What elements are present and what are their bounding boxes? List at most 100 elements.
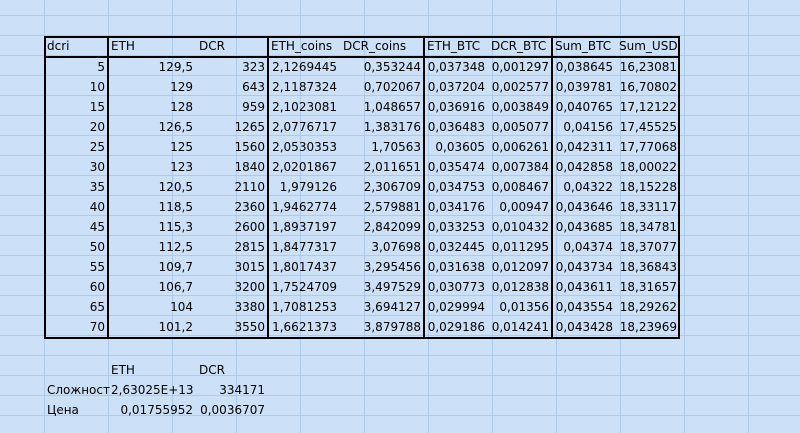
table-cell[interactable]: 3,07698 [340, 237, 424, 257]
summary-value[interactable]: 0,0036707 [196, 400, 268, 420]
table-cell[interactable]: 1,70563 [340, 137, 424, 157]
table-cell[interactable]: 104 [108, 297, 196, 317]
table-cell[interactable]: 1,8017437 [268, 257, 340, 277]
table-cell[interactable]: 0,032445 [424, 237, 488, 257]
table-cell[interactable]: 55 [44, 257, 108, 277]
table-cell[interactable]: 0,01356 [488, 297, 552, 317]
table-cell[interactable]: 129,5 [108, 57, 196, 77]
table-cell[interactable]: 0,031638 [424, 257, 488, 277]
table-cell[interactable]: 0,029186 [424, 317, 488, 337]
table-cell[interactable]: 0,002577 [488, 77, 552, 97]
table-cell[interactable]: 1560 [196, 137, 268, 157]
table-cell[interactable]: 18,00022 [616, 157, 680, 177]
table-cell[interactable]: 101,2 [108, 317, 196, 337]
table-cell[interactable]: 0,036916 [424, 97, 488, 117]
table-cell[interactable]: 1,7081253 [268, 297, 340, 317]
table-cell[interactable]: 18,37077 [616, 237, 680, 257]
column-header[interactable]: ETH_BTC [424, 36, 488, 56]
table-cell[interactable]: 1,979126 [268, 177, 340, 197]
table-cell[interactable]: 2,579881 [340, 197, 424, 217]
table-cell[interactable]: 25 [44, 137, 108, 157]
table-cell[interactable]: 0,04156 [552, 117, 616, 137]
table-cell[interactable]: 0,042858 [552, 157, 616, 177]
table-cell[interactable]: 2,1023081 [268, 97, 340, 117]
table-cell[interactable]: 1840 [196, 157, 268, 177]
table-cell[interactable]: 18,36843 [616, 257, 680, 277]
table-cell[interactable]: 3380 [196, 297, 268, 317]
table-cell[interactable]: 0,011295 [488, 237, 552, 257]
table-cell[interactable]: 18,31657 [616, 277, 680, 297]
table-cell[interactable]: 16,23081 [616, 57, 680, 77]
column-header[interactable]: dcri [44, 36, 108, 56]
table-cell[interactable]: 0,702067 [340, 77, 424, 97]
table-cell[interactable]: 0,03605 [424, 137, 488, 157]
table-cell[interactable]: 0,042311 [552, 137, 616, 157]
table-cell[interactable]: 1265 [196, 117, 268, 137]
table-cell[interactable]: 3015 [196, 257, 268, 277]
table-cell[interactable]: 65 [44, 297, 108, 317]
table-cell[interactable]: 0,037348 [424, 57, 488, 77]
table-cell[interactable]: 2110 [196, 177, 268, 197]
table-cell[interactable]: 1,8937197 [268, 217, 340, 237]
table-cell[interactable]: 0,033253 [424, 217, 488, 237]
table-cell[interactable]: 106,7 [108, 277, 196, 297]
table-cell[interactable]: 16,70802 [616, 77, 680, 97]
table-cell[interactable]: 1,048657 [340, 97, 424, 117]
table-cell[interactable]: 18,33117 [616, 197, 680, 217]
table-cell[interactable]: 60 [44, 277, 108, 297]
table-cell[interactable]: 15 [44, 97, 108, 117]
table-cell[interactable]: 5 [44, 57, 108, 77]
table-cell[interactable]: 0,353244 [340, 57, 424, 77]
table-cell[interactable]: 0,040765 [552, 97, 616, 117]
table-cell[interactable]: 0,034176 [424, 197, 488, 217]
table-cell[interactable]: 2,0530353 [268, 137, 340, 157]
table-cell[interactable]: 2,0201867 [268, 157, 340, 177]
column-header[interactable]: Sum_USD [616, 36, 680, 56]
table-cell[interactable]: 1,8477317 [268, 237, 340, 257]
table-cell[interactable]: 0,029994 [424, 297, 488, 317]
table-cell[interactable]: 2600 [196, 217, 268, 237]
column-header[interactable]: Sum_BTC [552, 36, 616, 56]
table-cell[interactable]: 125 [108, 137, 196, 157]
table-cell[interactable]: 50 [44, 237, 108, 257]
spreadsheet-grid[interactable]: dcri ETH DCR ETH_coins DCR_coins ETH_BTC DCR_B… [0, 0, 800, 433]
table-cell[interactable]: 18,15228 [616, 177, 680, 197]
table-cell[interactable]: 0,037204 [424, 77, 488, 97]
table-cell[interactable]: 0,008467 [488, 177, 552, 197]
table-cell[interactable]: 0,005077 [488, 117, 552, 137]
summary-label[interactable]: Цена [44, 400, 112, 420]
summary-value[interactable]: 2,63025E+13 [108, 380, 196, 400]
table-cell[interactable]: 0,00947 [488, 197, 552, 217]
table-cell[interactable]: 18,23969 [616, 317, 680, 337]
table-cell[interactable]: 17,45525 [616, 117, 680, 137]
table-cell[interactable]: 2,011651 [340, 157, 424, 177]
summary-header[interactable]: DCR [196, 360, 268, 380]
table-cell[interactable]: 3,879788 [340, 317, 424, 337]
table-cell[interactable]: 126,5 [108, 117, 196, 137]
table-cell[interactable]: 0,006261 [488, 137, 552, 157]
summary-value[interactable]: 334171 [196, 380, 268, 400]
table-cell[interactable]: 2360 [196, 197, 268, 217]
summary-label[interactable]: Сложност [44, 380, 112, 400]
table-cell[interactable]: 40 [44, 197, 108, 217]
table-cell[interactable]: 1,9462774 [268, 197, 340, 217]
table-cell[interactable]: 1,383176 [340, 117, 424, 137]
table-cell[interactable]: 0,030773 [424, 277, 488, 297]
table-cell[interactable]: 0,003849 [488, 97, 552, 117]
table-cell[interactable]: 35 [44, 177, 108, 197]
column-header[interactable]: DCR [196, 36, 268, 56]
table-cell[interactable]: 2815 [196, 237, 268, 257]
column-header[interactable]: DCR_coins [340, 36, 424, 56]
table-cell[interactable]: 3200 [196, 277, 268, 297]
table-cell[interactable]: 30 [44, 157, 108, 177]
table-cell[interactable]: 2,0776717 [268, 117, 340, 137]
table-cell[interactable]: 112,5 [108, 237, 196, 257]
table-cell[interactable]: 3,694127 [340, 297, 424, 317]
table-cell[interactable]: 0,039781 [552, 77, 616, 97]
table-cell[interactable]: 2,1187324 [268, 77, 340, 97]
table-cell[interactable]: 18,29262 [616, 297, 680, 317]
table-cell[interactable]: 17,77068 [616, 137, 680, 157]
table-cell[interactable]: 0,007384 [488, 157, 552, 177]
table-cell[interactable]: 0,012097 [488, 257, 552, 277]
table-cell[interactable]: 109,7 [108, 257, 196, 277]
